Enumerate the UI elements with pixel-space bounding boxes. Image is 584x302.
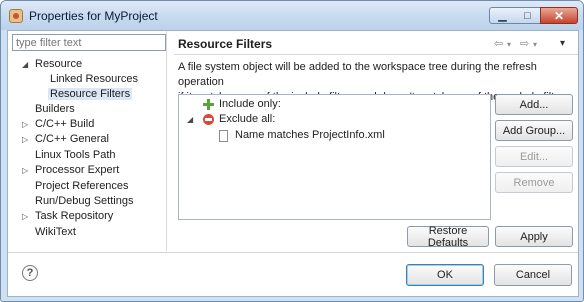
remove-button[interactable]: Remove (495, 172, 573, 193)
sidebar-item-label: Run/Debug Settings (35, 195, 134, 207)
filter-rule-label: Name matches ProjectInfo.xml (235, 129, 385, 141)
sidebar-item-label: Resource Filters (48, 88, 133, 100)
ok-button[interactable]: OK (406, 264, 484, 286)
maximize-icon: □ (524, 9, 531, 22)
filter-exclude[interactable]: ◢ Exclude all: (187, 112, 275, 127)
page-title: Resource Filters (178, 37, 273, 51)
exclude-filter-icon (203, 114, 214, 125)
help-icon[interactable]: ? (22, 265, 38, 281)
add-button[interactable]: Add... (495, 94, 573, 115)
sidebar-item-run-debug-settings[interactable]: Run/Debug Settings (35, 194, 133, 209)
sidebar-item-label: Resource (35, 58, 83, 70)
minimize-button[interactable]: ▁ (489, 7, 516, 24)
sidebar-item-processor-expert[interactable]: ▷ Processor Expert (22, 163, 119, 178)
forward-arrow-icon[interactable]: ⇨ (520, 37, 529, 50)
app-icon (9, 9, 23, 23)
sidebar-item-linked-resources[interactable]: Linked Resources (50, 72, 138, 87)
sidebar-item-project-references[interactable]: Project References (35, 179, 129, 194)
sidebar-item-label: C/C++ General (35, 133, 109, 145)
sidebar-item-linux-tools-path[interactable]: Linux Tools Path (35, 148, 116, 163)
properties-dialog: Properties for MyProject ▁ □ ✕ ◢ Resourc… (0, 0, 584, 302)
sidebar-item-label: Builders (35, 103, 75, 115)
pane-divider[interactable] (166, 31, 167, 251)
apply-button[interactable]: Apply (495, 226, 573, 247)
sidebar-item-label: Project References (35, 180, 129, 192)
back-arrow-icon[interactable]: ⇦ (494, 37, 503, 50)
filter-input[interactable] (12, 34, 166, 51)
sidebar-item-wikitext[interactable]: WikiText (35, 225, 76, 240)
collapsed-triangle-icon[interactable]: ▷ (22, 132, 28, 147)
sidebar: ◢ Resource Linked Resources Resource Fil… (8, 31, 166, 251)
sidebar-item-cpp-build[interactable]: ▷ C/C++ Build (22, 117, 94, 132)
sidebar-item-label: Processor Expert (35, 164, 120, 176)
footer-separator (8, 252, 578, 253)
description-line: A file system object will be added to th… (178, 61, 537, 88)
restore-defaults-button[interactable]: Restore Defaults (407, 225, 489, 249)
filter-tree[interactable]: Include only: ◢ Exclude all: Name matche… (178, 94, 491, 220)
expanded-triangle-icon[interactable]: ◢ (187, 112, 193, 127)
view-menu-icon[interactable]: ▾ (560, 38, 565, 49)
add-filter-icon (203, 99, 214, 110)
sidebar-item-label: WikiText (35, 226, 76, 238)
header-separator (174, 54, 578, 55)
edit-button[interactable]: Edit... (495, 146, 573, 167)
sidebar-item-label: Task Repository (35, 210, 114, 222)
sidebar-item-label: Linked Resources (50, 73, 139, 85)
close-button[interactable]: ✕ (540, 7, 578, 24)
sidebar-item-cpp-general[interactable]: ▷ C/C++ General (22, 132, 109, 147)
add-group-button[interactable]: Add Group... (495, 120, 573, 141)
filter-include-label: Include only: (219, 98, 281, 110)
title-bar[interactable]: Properties for MyProject ▁ □ ✕ (1, 1, 583, 30)
collapsed-triangle-icon[interactable]: ▷ (22, 117, 28, 132)
filter-name-matches[interactable]: Name matches ProjectInfo.xml (219, 128, 385, 143)
filter-exclude-label: Exclude all: (219, 113, 276, 125)
maximize-button[interactable]: □ (515, 7, 541, 24)
file-icon (219, 130, 228, 142)
expanded-triangle-icon[interactable]: ◢ (22, 57, 28, 72)
forward-menu-icon[interactable]: ▾ (533, 40, 537, 49)
filter-include[interactable]: Include only: (203, 97, 281, 112)
window-title: Properties for MyProject (29, 9, 158, 23)
sidebar-item-label: Linux Tools Path (35, 149, 116, 161)
cancel-button[interactable]: Cancel (494, 264, 572, 286)
sidebar-item-builders[interactable]: Builders (35, 102, 75, 117)
dialog-body: ◢ Resource Linked Resources Resource Fil… (7, 30, 579, 297)
sidebar-item-resource[interactable]: ◢ Resource (22, 57, 82, 72)
collapsed-triangle-icon[interactable]: ▷ (22, 163, 28, 178)
collapsed-triangle-icon[interactable]: ▷ (22, 209, 28, 224)
sidebar-item-resource-filters[interactable]: Resource Filters (48, 87, 133, 102)
sidebar-item-label: C/C++ Build (35, 118, 95, 130)
sidebar-item-task-repository[interactable]: ▷ Task Repository (22, 209, 113, 224)
back-menu-icon[interactable]: ▾ (507, 40, 511, 49)
minimize-icon: ▁ (498, 10, 507, 22)
close-icon: ✕ (553, 8, 565, 23)
